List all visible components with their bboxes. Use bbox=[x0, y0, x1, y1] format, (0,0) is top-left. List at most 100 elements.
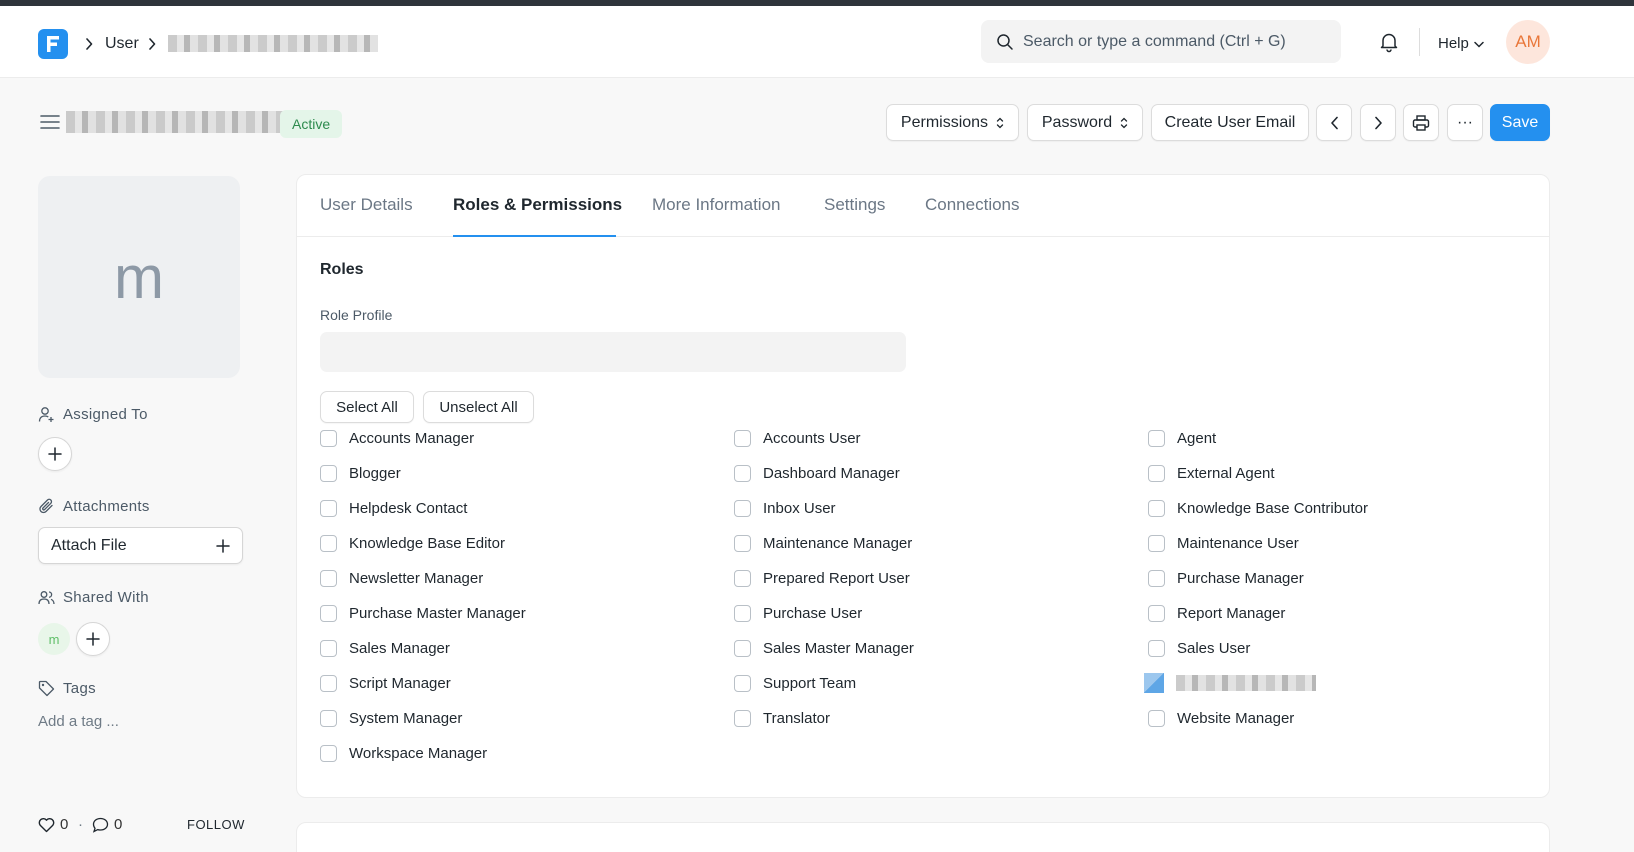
role-checkbox[interactable]: Knowledge Base Editor bbox=[320, 532, 505, 554]
role-checkbox[interactable]: Report Manager bbox=[1148, 602, 1285, 624]
tab-connections[interactable]: Connections bbox=[925, 195, 1020, 215]
checkbox[interactable] bbox=[1148, 429, 1165, 447]
role-checkbox[interactable]: System Manager bbox=[320, 707, 462, 729]
attach-file-label: Attach File bbox=[51, 536, 127, 554]
help-dropdown[interactable]: Help bbox=[1438, 34, 1484, 54]
previous-record-button[interactable] bbox=[1316, 104, 1352, 141]
role-checkbox[interactable]: Sales Manager bbox=[320, 637, 450, 659]
heart-icon[interactable] bbox=[38, 817, 55, 833]
checkbox[interactable] bbox=[1148, 639, 1165, 657]
create-user-email-button[interactable]: Create User Email bbox=[1151, 104, 1309, 141]
role-checkbox[interactable]: Accounts User bbox=[734, 427, 861, 449]
next-section-card bbox=[296, 822, 1550, 852]
role-checkbox[interactable]: Maintenance User bbox=[1148, 532, 1299, 554]
tags-label: Tags bbox=[63, 680, 96, 697]
role-checkbox[interactable]: Workspace Manager bbox=[320, 742, 487, 764]
checkbox[interactable] bbox=[1148, 569, 1165, 587]
app-logo[interactable] bbox=[38, 29, 68, 59]
checkbox[interactable] bbox=[320, 744, 337, 762]
role-checkbox[interactable]: Prepared Report User bbox=[734, 567, 910, 589]
tags-section: Tags bbox=[38, 680, 96, 697]
checkbox[interactable] bbox=[734, 604, 751, 622]
checkbox[interactable] bbox=[320, 569, 337, 587]
role-checkbox[interactable]: Sales Master Manager bbox=[734, 637, 914, 659]
tab-settings[interactable]: Settings bbox=[824, 195, 885, 215]
select-all-button[interactable]: Select All bbox=[320, 391, 414, 423]
role-checkbox-redacted[interactable] bbox=[1144, 672, 1316, 694]
hamburger-menu-icon[interactable] bbox=[40, 114, 60, 130]
checkbox[interactable] bbox=[320, 464, 337, 482]
comment-icon[interactable] bbox=[92, 817, 109, 833]
chevron-left-icon bbox=[1330, 116, 1338, 129]
checkbox[interactable] bbox=[1148, 604, 1165, 622]
role-checkbox[interactable]: Website Manager bbox=[1148, 707, 1294, 729]
role-label: Accounts User bbox=[763, 429, 861, 447]
checkbox[interactable] bbox=[320, 639, 337, 657]
profile-image-placeholder[interactable]: m bbox=[38, 176, 240, 378]
breadcrumb-record-redacted[interactable] bbox=[168, 35, 378, 52]
tab-more-information[interactable]: More Information bbox=[652, 195, 781, 215]
shared-user-avatar[interactable]: m bbox=[38, 623, 70, 655]
checkbox[interactable] bbox=[320, 499, 337, 517]
role-checkbox[interactable]: Support Team bbox=[734, 672, 856, 694]
checkbox[interactable] bbox=[1148, 499, 1165, 517]
role-checkbox[interactable]: Sales User bbox=[1148, 637, 1250, 659]
follow-button[interactable]: FOLLOW bbox=[187, 817, 245, 832]
role-checkbox[interactable]: Dashboard Manager bbox=[734, 462, 900, 484]
checkbox[interactable] bbox=[320, 604, 337, 622]
next-record-button[interactable] bbox=[1360, 104, 1396, 141]
checkbox[interactable] bbox=[1148, 464, 1165, 482]
password-button[interactable]: Password bbox=[1027, 104, 1143, 141]
role-checkbox[interactable]: Helpdesk Contact bbox=[320, 497, 467, 519]
checkbox[interactable] bbox=[734, 464, 751, 482]
print-button[interactable] bbox=[1403, 104, 1439, 141]
role-checkbox[interactable]: Newsletter Manager bbox=[320, 567, 483, 589]
unselect-all-button[interactable]: Unselect All bbox=[423, 391, 534, 423]
checkbox[interactable] bbox=[320, 674, 337, 692]
checkbox[interactable] bbox=[734, 639, 751, 657]
user-add-icon bbox=[38, 407, 54, 422]
checkbox-redacted[interactable] bbox=[1144, 673, 1164, 693]
role-checkbox[interactable]: Purchase User bbox=[734, 602, 862, 624]
more-actions-button[interactable]: ··· bbox=[1447, 104, 1483, 141]
role-checkbox[interactable]: Accounts Manager bbox=[320, 427, 474, 449]
checkbox[interactable] bbox=[734, 429, 751, 447]
role-profile-input[interactable] bbox=[320, 332, 906, 372]
checkbox[interactable] bbox=[320, 429, 337, 447]
permissions-button[interactable]: Permissions bbox=[886, 104, 1019, 141]
checkbox[interactable] bbox=[320, 709, 337, 727]
add-tag-link[interactable]: Add a tag ... bbox=[38, 713, 119, 730]
footer-dot: · bbox=[78, 816, 83, 833]
checkbox[interactable] bbox=[734, 499, 751, 517]
checkbox[interactable] bbox=[1148, 709, 1165, 727]
tab-user-details[interactable]: User Details bbox=[320, 195, 413, 215]
role-label: Sales Master Manager bbox=[763, 639, 914, 657]
save-button[interactable]: Save bbox=[1490, 104, 1550, 141]
checkbox[interactable] bbox=[320, 534, 337, 552]
role-checkbox[interactable]: External Agent bbox=[1148, 462, 1275, 484]
assigned-to-label: Assigned To bbox=[63, 406, 148, 423]
role-checkbox[interactable]: Maintenance Manager bbox=[734, 532, 912, 554]
search-input[interactable] bbox=[1023, 20, 1323, 63]
role-checkbox[interactable]: Purchase Master Manager bbox=[320, 602, 526, 624]
role-checkbox[interactable]: Inbox User bbox=[734, 497, 836, 519]
add-share-button[interactable] bbox=[76, 622, 110, 656]
checkbox[interactable] bbox=[734, 569, 751, 587]
role-checkbox[interactable]: Script Manager bbox=[320, 672, 451, 694]
checkbox[interactable] bbox=[734, 674, 751, 692]
attach-file-button[interactable]: Attach File bbox=[38, 527, 243, 564]
tab-roles-permissions[interactable]: Roles & Permissions bbox=[453, 195, 622, 215]
user-avatar[interactable]: AM bbox=[1506, 20, 1550, 64]
role-checkbox[interactable]: Knowledge Base Contributor bbox=[1148, 497, 1368, 519]
checkbox[interactable] bbox=[1148, 534, 1165, 552]
checkbox[interactable] bbox=[734, 534, 751, 552]
checkbox[interactable] bbox=[734, 709, 751, 727]
add-assignment-button[interactable] bbox=[38, 437, 72, 471]
breadcrumb-user[interactable]: User bbox=[105, 34, 139, 54]
role-checkbox[interactable]: Translator bbox=[734, 707, 830, 729]
bell-icon[interactable] bbox=[1378, 31, 1400, 53]
role-checkbox[interactable]: Blogger bbox=[320, 462, 401, 484]
search-bar[interactable] bbox=[981, 20, 1341, 63]
role-checkbox[interactable]: Agent bbox=[1148, 427, 1216, 449]
role-checkbox[interactable]: Purchase Manager bbox=[1148, 567, 1304, 589]
